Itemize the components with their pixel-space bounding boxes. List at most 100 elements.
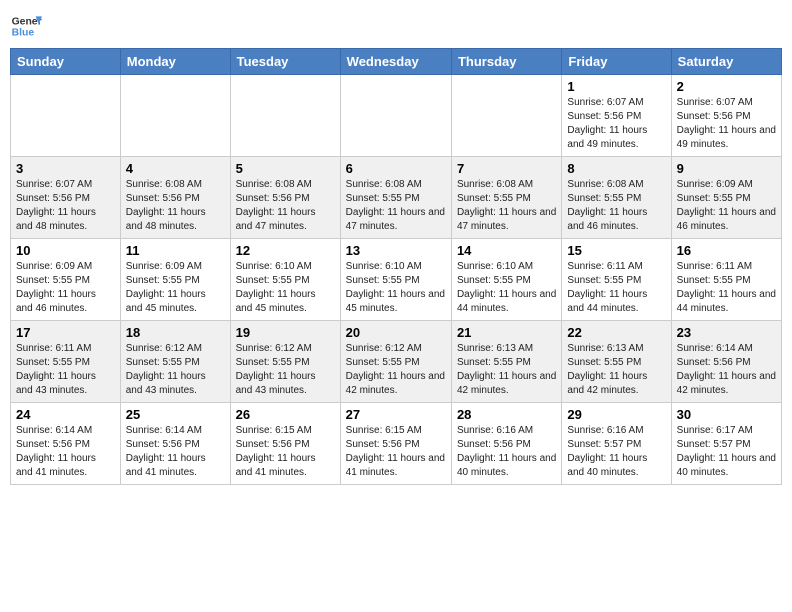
day-info: Sunrise: 6:10 AMSunset: 5:55 PMDaylight:… bbox=[346, 261, 445, 314]
calendar-week-3: 10 Sunrise: 6:09 AMSunset: 5:55 PMDaylig… bbox=[11, 239, 782, 321]
day-number: 5 bbox=[236, 161, 335, 176]
day-number: 4 bbox=[126, 161, 225, 176]
day-info: Sunrise: 6:15 AMSunset: 5:56 PMDaylight:… bbox=[346, 425, 445, 478]
day-info: Sunrise: 6:08 AMSunset: 5:56 PMDaylight:… bbox=[236, 179, 316, 232]
day-info: Sunrise: 6:16 AMSunset: 5:57 PMDaylight:… bbox=[567, 425, 647, 478]
calendar-week-1: 1 Sunrise: 6:07 AMSunset: 5:56 PMDayligh… bbox=[11, 75, 782, 157]
calendar-cell: 17 Sunrise: 6:11 AMSunset: 5:55 PMDaylig… bbox=[11, 321, 121, 403]
day-info: Sunrise: 6:12 AMSunset: 5:55 PMDaylight:… bbox=[126, 343, 206, 396]
calendar-header-monday: Monday bbox=[120, 49, 230, 75]
day-number: 12 bbox=[236, 243, 335, 258]
logo: General Blue bbox=[10, 10, 42, 42]
day-info: Sunrise: 6:13 AMSunset: 5:55 PMDaylight:… bbox=[567, 343, 647, 396]
day-info: Sunrise: 6:10 AMSunset: 5:55 PMDaylight:… bbox=[236, 261, 316, 314]
day-info: Sunrise: 6:14 AMSunset: 5:56 PMDaylight:… bbox=[16, 425, 96, 478]
day-info: Sunrise: 6:07 AMSunset: 5:56 PMDaylight:… bbox=[677, 97, 776, 150]
calendar-cell: 18 Sunrise: 6:12 AMSunset: 5:55 PMDaylig… bbox=[120, 321, 230, 403]
day-info: Sunrise: 6:11 AMSunset: 5:55 PMDaylight:… bbox=[567, 261, 647, 314]
day-number: 6 bbox=[346, 161, 446, 176]
calendar-cell: 24 Sunrise: 6:14 AMSunset: 5:56 PMDaylig… bbox=[11, 403, 121, 485]
calendar-cell: 30 Sunrise: 6:17 AMSunset: 5:57 PMDaylig… bbox=[671, 403, 781, 485]
day-info: Sunrise: 6:14 AMSunset: 5:56 PMDaylight:… bbox=[677, 343, 776, 396]
calendar-cell: 1 Sunrise: 6:07 AMSunset: 5:56 PMDayligh… bbox=[562, 75, 671, 157]
calendar-cell: 6 Sunrise: 6:08 AMSunset: 5:55 PMDayligh… bbox=[340, 157, 451, 239]
calendar-week-5: 24 Sunrise: 6:14 AMSunset: 5:56 PMDaylig… bbox=[11, 403, 782, 485]
calendar-table: SundayMondayTuesdayWednesdayThursdayFrid… bbox=[10, 48, 782, 485]
calendar-header-sunday: Sunday bbox=[11, 49, 121, 75]
day-number: 17 bbox=[16, 325, 115, 340]
calendar-cell bbox=[451, 75, 561, 157]
calendar-cell: 2 Sunrise: 6:07 AMSunset: 5:56 PMDayligh… bbox=[671, 75, 781, 157]
day-info: Sunrise: 6:17 AMSunset: 5:57 PMDaylight:… bbox=[677, 425, 776, 478]
calendar-cell: 7 Sunrise: 6:08 AMSunset: 5:55 PMDayligh… bbox=[451, 157, 561, 239]
calendar-cell: 20 Sunrise: 6:12 AMSunset: 5:55 PMDaylig… bbox=[340, 321, 451, 403]
calendar-header-saturday: Saturday bbox=[671, 49, 781, 75]
calendar-cell: 16 Sunrise: 6:11 AMSunset: 5:55 PMDaylig… bbox=[671, 239, 781, 321]
day-info: Sunrise: 6:11 AMSunset: 5:55 PMDaylight:… bbox=[677, 261, 776, 314]
day-info: Sunrise: 6:07 AMSunset: 5:56 PMDaylight:… bbox=[16, 179, 96, 232]
day-number: 11 bbox=[126, 243, 225, 258]
day-number: 27 bbox=[346, 407, 446, 422]
calendar-cell: 9 Sunrise: 6:09 AMSunset: 5:55 PMDayligh… bbox=[671, 157, 781, 239]
day-info: Sunrise: 6:08 AMSunset: 5:56 PMDaylight:… bbox=[126, 179, 206, 232]
day-info: Sunrise: 6:08 AMSunset: 5:55 PMDaylight:… bbox=[567, 179, 647, 232]
day-number: 1 bbox=[567, 79, 665, 94]
calendar-cell: 15 Sunrise: 6:11 AMSunset: 5:55 PMDaylig… bbox=[562, 239, 671, 321]
day-info: Sunrise: 6:08 AMSunset: 5:55 PMDaylight:… bbox=[457, 179, 556, 232]
day-info: Sunrise: 6:14 AMSunset: 5:56 PMDaylight:… bbox=[126, 425, 206, 478]
calendar-cell: 10 Sunrise: 6:09 AMSunset: 5:55 PMDaylig… bbox=[11, 239, 121, 321]
calendar-cell: 13 Sunrise: 6:10 AMSunset: 5:55 PMDaylig… bbox=[340, 239, 451, 321]
day-info: Sunrise: 6:15 AMSunset: 5:56 PMDaylight:… bbox=[236, 425, 316, 478]
day-number: 29 bbox=[567, 407, 665, 422]
day-number: 18 bbox=[126, 325, 225, 340]
day-info: Sunrise: 6:07 AMSunset: 5:56 PMDaylight:… bbox=[567, 97, 647, 150]
day-info: Sunrise: 6:09 AMSunset: 5:55 PMDaylight:… bbox=[16, 261, 96, 314]
day-number: 14 bbox=[457, 243, 556, 258]
calendar-cell: 11 Sunrise: 6:09 AMSunset: 5:55 PMDaylig… bbox=[120, 239, 230, 321]
calendar-cell: 8 Sunrise: 6:08 AMSunset: 5:55 PMDayligh… bbox=[562, 157, 671, 239]
calendar-week-2: 3 Sunrise: 6:07 AMSunset: 5:56 PMDayligh… bbox=[11, 157, 782, 239]
day-info: Sunrise: 6:12 AMSunset: 5:55 PMDaylight:… bbox=[346, 343, 445, 396]
day-number: 19 bbox=[236, 325, 335, 340]
calendar-cell: 28 Sunrise: 6:16 AMSunset: 5:56 PMDaylig… bbox=[451, 403, 561, 485]
calendar-cell: 12 Sunrise: 6:10 AMSunset: 5:55 PMDaylig… bbox=[230, 239, 340, 321]
day-number: 28 bbox=[457, 407, 556, 422]
page-header: General Blue bbox=[10, 10, 782, 42]
day-info: Sunrise: 6:09 AMSunset: 5:55 PMDaylight:… bbox=[677, 179, 776, 232]
day-number: 23 bbox=[677, 325, 776, 340]
calendar-cell: 25 Sunrise: 6:14 AMSunset: 5:56 PMDaylig… bbox=[120, 403, 230, 485]
day-info: Sunrise: 6:16 AMSunset: 5:56 PMDaylight:… bbox=[457, 425, 556, 478]
svg-text:Blue: Blue bbox=[12, 28, 35, 39]
day-number: 26 bbox=[236, 407, 335, 422]
calendar-cell: 27 Sunrise: 6:15 AMSunset: 5:56 PMDaylig… bbox=[340, 403, 451, 485]
calendar-cell: 4 Sunrise: 6:08 AMSunset: 5:56 PMDayligh… bbox=[120, 157, 230, 239]
calendar-cell: 22 Sunrise: 6:13 AMSunset: 5:55 PMDaylig… bbox=[562, 321, 671, 403]
day-number: 21 bbox=[457, 325, 556, 340]
calendar-cell: 23 Sunrise: 6:14 AMSunset: 5:56 PMDaylig… bbox=[671, 321, 781, 403]
calendar-cell: 26 Sunrise: 6:15 AMSunset: 5:56 PMDaylig… bbox=[230, 403, 340, 485]
calendar-cell bbox=[120, 75, 230, 157]
day-info: Sunrise: 6:13 AMSunset: 5:55 PMDaylight:… bbox=[457, 343, 556, 396]
calendar-cell: 29 Sunrise: 6:16 AMSunset: 5:57 PMDaylig… bbox=[562, 403, 671, 485]
calendar-cell bbox=[230, 75, 340, 157]
logo-icon: General Blue bbox=[10, 10, 42, 42]
calendar-week-4: 17 Sunrise: 6:11 AMSunset: 5:55 PMDaylig… bbox=[11, 321, 782, 403]
day-number: 16 bbox=[677, 243, 776, 258]
day-number: 24 bbox=[16, 407, 115, 422]
calendar-cell: 19 Sunrise: 6:12 AMSunset: 5:55 PMDaylig… bbox=[230, 321, 340, 403]
day-number: 3 bbox=[16, 161, 115, 176]
day-number: 2 bbox=[677, 79, 776, 94]
calendar-cell bbox=[11, 75, 121, 157]
calendar-header-thursday: Thursday bbox=[451, 49, 561, 75]
day-number: 10 bbox=[16, 243, 115, 258]
day-number: 7 bbox=[457, 161, 556, 176]
calendar-cell: 3 Sunrise: 6:07 AMSunset: 5:56 PMDayligh… bbox=[11, 157, 121, 239]
day-number: 20 bbox=[346, 325, 446, 340]
calendar-header-row: SundayMondayTuesdayWednesdayThursdayFrid… bbox=[11, 49, 782, 75]
day-number: 30 bbox=[677, 407, 776, 422]
calendar-cell: 5 Sunrise: 6:08 AMSunset: 5:56 PMDayligh… bbox=[230, 157, 340, 239]
day-info: Sunrise: 6:08 AMSunset: 5:55 PMDaylight:… bbox=[346, 179, 445, 232]
day-info: Sunrise: 6:09 AMSunset: 5:55 PMDaylight:… bbox=[126, 261, 206, 314]
day-number: 13 bbox=[346, 243, 446, 258]
day-number: 25 bbox=[126, 407, 225, 422]
